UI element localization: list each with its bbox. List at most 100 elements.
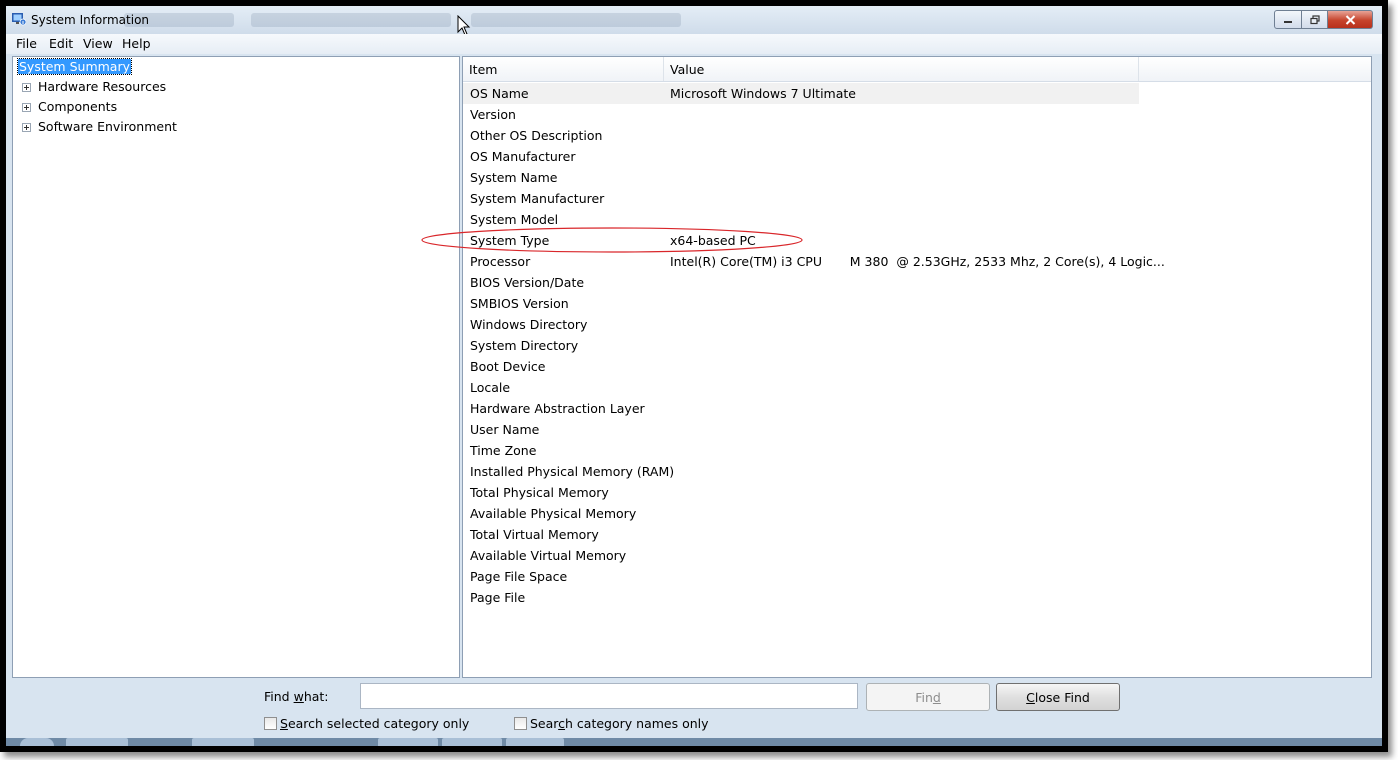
row-item-cell: Processor <box>470 254 531 269</box>
table-row[interactable]: System Directory <box>463 335 1371 356</box>
table-row[interactable]: Boot Device <box>463 356 1371 377</box>
row-item-cell: Time Zone <box>470 443 537 458</box>
row-item-cell: OS Name <box>470 86 529 101</box>
table-row[interactable]: Available Virtual Memory <box>463 545 1371 566</box>
tree-item-label: Software Environment <box>38 119 177 134</box>
window-title: System Information <box>31 13 150 27</box>
menu-help[interactable]: Help <box>122 36 151 51</box>
checkbox-box[interactable] <box>514 717 527 730</box>
table-row[interactable]: Available Physical Memory <box>463 503 1371 524</box>
table-row[interactable]: Locale <box>463 377 1371 398</box>
table-row[interactable]: Version <box>463 104 1371 125</box>
row-item-cell: SMBIOS Version <box>470 296 569 311</box>
row-value-cell: x64-based PC <box>670 233 756 248</box>
app-window: System Information File Edit View Help S… <box>6 6 1382 746</box>
taskbar-button[interactable] <box>66 738 128 746</box>
row-item-cell: User Name <box>470 422 540 437</box>
table-row[interactable]: Windows Directory <box>463 314 1371 335</box>
restore-icon <box>1309 14 1320 24</box>
minimize-button[interactable] <box>1274 10 1302 29</box>
row-item-cell: Page File Space <box>470 569 568 584</box>
row-item-cell: Boot Device <box>470 359 546 374</box>
category-tree: System Summary Hardware Resources Compon… <box>12 56 460 678</box>
row-item-cell: Available Physical Memory <box>470 506 637 521</box>
table-row[interactable]: System Type x64-based PC <box>463 230 1371 251</box>
checkbox-label: Search selected category only <box>280 716 470 731</box>
close-button[interactable] <box>1328 10 1373 29</box>
restore-button[interactable] <box>1302 10 1328 29</box>
menu-view[interactable]: View <box>83 36 113 51</box>
row-item-cell: Windows Directory <box>470 317 588 332</box>
table-row[interactable]: SMBIOS Version <box>463 293 1371 314</box>
table-row[interactable]: System Model <box>463 209 1371 230</box>
column-header-value[interactable]: Value <box>664 57 1139 81</box>
menu-bar: File Edit View Help <box>6 34 1382 54</box>
row-item-cell: System Model <box>470 212 559 227</box>
menu-edit[interactable]: Edit <box>49 36 73 51</box>
tree-item-system-summary[interactable]: System Summary <box>17 58 132 75</box>
find-what-label: Find what: <box>264 689 329 704</box>
find-button[interactable]: Fin d <box>866 683 990 711</box>
taskbar-button[interactable] <box>192 738 254 746</box>
plus-expander-icon[interactable] <box>22 103 31 112</box>
table-row[interactable]: OS Manufacturer <box>463 146 1371 167</box>
start-orb[interactable] <box>20 738 54 746</box>
table-row[interactable]: Other OS Description <box>463 125 1371 146</box>
row-value-cell: Intel(R) Core(TM) i3 CPU M 380 @ 2.53GHz… <box>670 254 1165 269</box>
table-row[interactable]: BIOS Version/Date <box>463 272 1371 293</box>
minimize-icon <box>1284 20 1292 23</box>
taskbar-button[interactable] <box>442 738 502 746</box>
table-row[interactable]: System Manufacturer <box>463 188 1371 209</box>
title-bar: System Information <box>6 6 1382 36</box>
row-item-cell: Total Virtual Memory <box>470 527 599 542</box>
row-item-cell: Version <box>470 107 516 122</box>
column-header-item[interactable]: Item <box>463 57 664 81</box>
checkbox-box[interactable] <box>264 717 277 730</box>
row-value-cell: Microsoft Windows 7 Ultimate <box>670 86 856 101</box>
row-item-cell: System Name <box>470 170 558 185</box>
background-tab-ghost <box>471 13 681 27</box>
caption-buttons <box>1274 10 1373 29</box>
row-item-cell: Hardware Abstraction Layer <box>470 401 645 416</box>
list-header: Item Value <box>463 57 1371 82</box>
background-tab-ghost <box>251 13 451 27</box>
taskbar-strip <box>6 738 1382 746</box>
find-bar: Find what: Fin d Close Find Search select… <box>6 678 1382 746</box>
table-row[interactable]: Total Physical Memory <box>463 482 1371 503</box>
plus-expander-icon[interactable] <box>22 123 31 132</box>
plus-expander-icon[interactable] <box>22 83 31 92</box>
row-item-cell: Total Physical Memory <box>470 485 609 500</box>
search-selected-category-checkbox[interactable]: Search selected category only <box>264 716 469 731</box>
row-item-cell: BIOS Version/Date <box>470 275 585 290</box>
menu-file[interactable]: File <box>16 36 37 51</box>
find-input[interactable] <box>360 683 858 709</box>
row-item-cell: System Manufacturer <box>470 191 605 206</box>
table-row[interactable]: System Name <box>463 167 1371 188</box>
table-row[interactable]: OS Name Microsoft Windows 7 Ultimate <box>463 83 1139 104</box>
checkbox-label: Search category names only <box>530 716 709 731</box>
close-find-button[interactable]: Close Find <box>996 683 1120 711</box>
row-item-cell: System Type <box>470 233 550 248</box>
tree-item-label: System Summary <box>17 58 132 75</box>
search-category-names-checkbox[interactable]: Search category names only <box>514 716 709 731</box>
row-item-cell: Installed Physical Memory (RAM) <box>470 464 675 479</box>
close-icon <box>1345 14 1355 25</box>
row-item-cell: Other OS Description <box>470 128 603 143</box>
system-info-icon <box>12 13 26 26</box>
table-row[interactable]: Total Virtual Memory <box>463 524 1371 545</box>
tree-item-label: Components <box>38 99 118 114</box>
table-row[interactable]: Processor Intel(R) Core(TM) i3 CPU M 380 … <box>463 251 1371 272</box>
table-row[interactable]: Time Zone <box>463 440 1371 461</box>
taskbar-button[interactable] <box>378 738 438 746</box>
table-row[interactable]: Hardware Abstraction Layer <box>463 398 1371 419</box>
table-row[interactable]: Page File <box>463 587 1371 608</box>
table-row[interactable]: Installed Physical Memory (RAM) <box>463 461 1371 482</box>
row-item-cell: Page File <box>470 590 526 605</box>
table-row[interactable]: User Name <box>463 419 1371 440</box>
tree-item-label: Hardware Resources <box>38 79 167 94</box>
table-row[interactable]: Page File Space <box>463 566 1371 587</box>
taskbar-button[interactable] <box>506 738 564 746</box>
row-item-cell: OS Manufacturer <box>470 149 576 164</box>
row-item-cell: Available Virtual Memory <box>470 548 627 563</box>
row-item-cell: Locale <box>470 380 511 395</box>
